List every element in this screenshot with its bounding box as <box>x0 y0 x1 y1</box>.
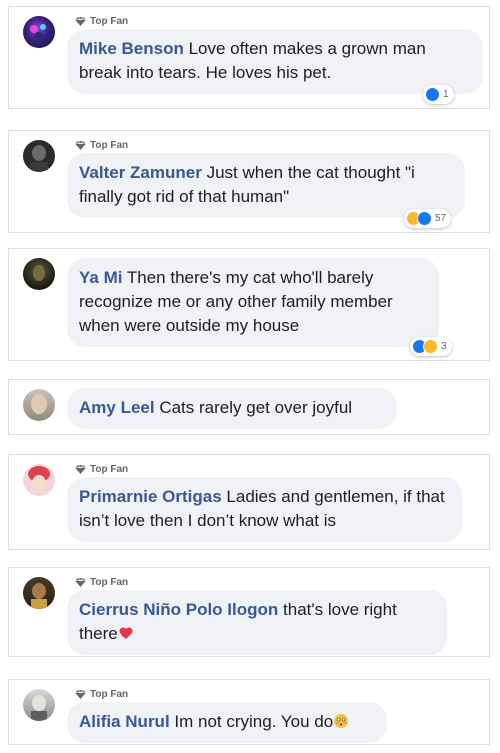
top-fan-badge: Top Fan <box>75 689 128 700</box>
badge-label: Top Fan <box>90 16 129 27</box>
comment-author[interactable]: Mike Benson <box>79 39 184 58</box>
comment-card: Top Fan Primarnie Ortigas Ladies and gen… <box>8 454 490 550</box>
reaction-summary[interactable]: 1 <box>423 85 454 104</box>
top-fan-badge: Top Fan <box>75 140 128 151</box>
top-fan-badge: Top Fan <box>75 577 128 588</box>
top-fan-badge: Top Fan <box>75 464 128 475</box>
like-icon <box>417 211 432 226</box>
comment-bubble: Primarnie Ortigas Ladies and gentlemen, … <box>67 477 462 542</box>
like-icon <box>425 87 440 102</box>
diamond-icon <box>75 690 86 699</box>
top-fan-badge: Top Fan <box>75 16 128 27</box>
comment-author[interactable]: Valter Zamuner <box>79 163 202 182</box>
diamond-icon <box>75 17 86 26</box>
comment-text: Im not crying. You do <box>174 712 334 731</box>
reaction-count: 57 <box>435 213 447 224</box>
comment-card: Amy Leel Cats rarely get over joyful <box>8 379 490 435</box>
flushed-face-emoji-icon <box>334 714 349 728</box>
reaction-count: 1 <box>443 89 449 100</box>
badge-label: Top Fan <box>90 577 129 588</box>
comment-card: Top Fan Cierrus Niño Polo Ilogon that's … <box>8 567 490 657</box>
diamond-icon <box>75 578 86 587</box>
comment-text: Cats rarely get over joyful <box>159 398 353 417</box>
comment-bubble: Amy Leel Cats rarely get over joyful <box>67 388 397 429</box>
avatar[interactable] <box>23 577 55 609</box>
heart-emoji-icon <box>119 627 133 639</box>
badge-label: Top Fan <box>90 464 129 475</box>
avatar[interactable] <box>23 464 55 496</box>
comment-card: Ya Mi Then there's my cat who'll barely … <box>8 248 490 361</box>
diamond-icon <box>75 465 86 474</box>
comment-card: Top Fan Valter Zamuner Just when the cat… <box>8 130 490 233</box>
comment-author[interactable]: Cierrus Niño Polo Ilogon <box>79 600 278 619</box>
comment-card: Top Fan Mike Benson Love often makes a g… <box>8 6 490 109</box>
comment-author[interactable]: Ya Mi <box>79 268 122 287</box>
haha-icon <box>423 339 438 354</box>
comment-text: Then there's my cat who'll barely recogn… <box>79 268 393 335</box>
avatar[interactable] <box>23 389 55 421</box>
reaction-summary[interactable]: 57 <box>404 209 452 228</box>
reaction-summary[interactable]: 3 <box>410 337 452 356</box>
badge-label: Top Fan <box>90 140 129 151</box>
comment-bubble: Mike Benson Love often makes a grown man… <box>67 29 483 94</box>
comment-bubble: Valter Zamuner Just when the cat thought… <box>67 153 465 218</box>
avatar[interactable] <box>23 140 55 172</box>
avatar[interactable] <box>23 258 55 290</box>
comment-card: Top Fan Alifia Nurul Im not crying. You … <box>8 679 490 745</box>
comment-bubble: Alifia Nurul Im not crying. You do <box>67 702 387 743</box>
reaction-count: 3 <box>441 341 447 352</box>
diamond-icon <box>75 141 86 150</box>
comment-bubble: Cierrus Niño Polo Ilogon that's love rig… <box>67 590 447 655</box>
comment-author[interactable]: Primarnie Ortigas <box>79 487 222 506</box>
comment-author[interactable]: Amy Leel <box>79 398 155 417</box>
avatar[interactable] <box>23 689 55 721</box>
badge-label: Top Fan <box>90 689 129 700</box>
comment-bubble: Ya Mi Then there's my cat who'll barely … <box>67 258 439 347</box>
comment-author[interactable]: Alifia Nurul <box>79 712 170 731</box>
avatar[interactable] <box>23 16 55 48</box>
